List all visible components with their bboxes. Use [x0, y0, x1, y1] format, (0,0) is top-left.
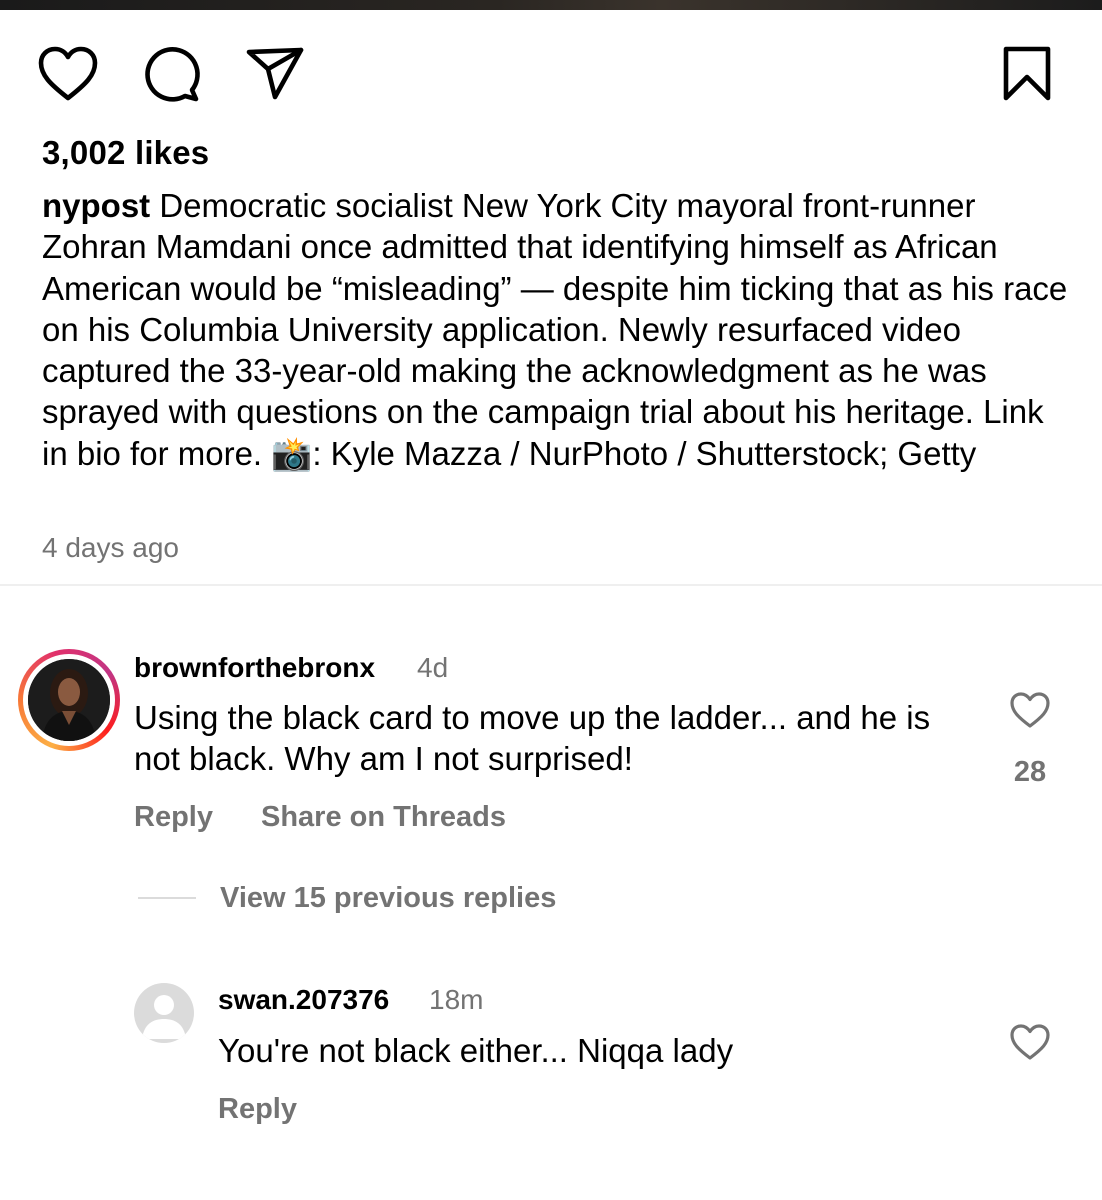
- post-caption: nypost Democratic socialist New York Cit…: [42, 185, 1072, 474]
- comment-like-count: 28: [1013, 756, 1047, 788]
- replies-divider-line: [138, 897, 196, 899]
- view-replies-button[interactable]: View 15 previous replies: [220, 882, 556, 915]
- comment-heart-icon[interactable]: [1008, 690, 1052, 730]
- comment-username[interactable]: brownforthebronx: [134, 652, 375, 684]
- post-detail-screen: 3,002 likes nypost Democratic socialist …: [0, 0, 1102, 1200]
- comment-timestamp: 18m: [429, 984, 484, 1015]
- comment-username[interactable]: swan.207376: [218, 984, 389, 1016]
- avatar[interactable]: [18, 649, 120, 751]
- comment-text: You're not black either... Niqqa lady: [218, 1032, 734, 1069]
- post-timestamp: 4 days ago: [42, 532, 179, 563]
- reply-button[interactable]: Reply: [134, 801, 213, 834]
- comment-text: Using the black card to move up the ladd…: [134, 699, 931, 777]
- profile-photo: [28, 659, 110, 741]
- comment-icon[interactable]: [140, 44, 202, 104]
- divider: [0, 584, 1102, 586]
- heart-icon[interactable]: [36, 44, 100, 104]
- caption-text: Democratic socialist New York City mayor…: [42, 187, 1068, 472]
- likes-count[interactable]: 3,002 likes: [42, 134, 209, 172]
- reply-button[interactable]: Reply: [218, 1093, 297, 1126]
- bookmark-icon[interactable]: [998, 44, 1056, 104]
- comment-timestamp: 4d: [417, 652, 449, 683]
- comment-heart-icon[interactable]: [1008, 1022, 1052, 1062]
- share-on-threads-button[interactable]: Share on Threads: [261, 801, 506, 834]
- post-image-edge: [0, 0, 1102, 10]
- caption-username[interactable]: nypost: [42, 187, 150, 224]
- avatar[interactable]: [134, 983, 194, 1043]
- share-icon[interactable]: [244, 44, 306, 104]
